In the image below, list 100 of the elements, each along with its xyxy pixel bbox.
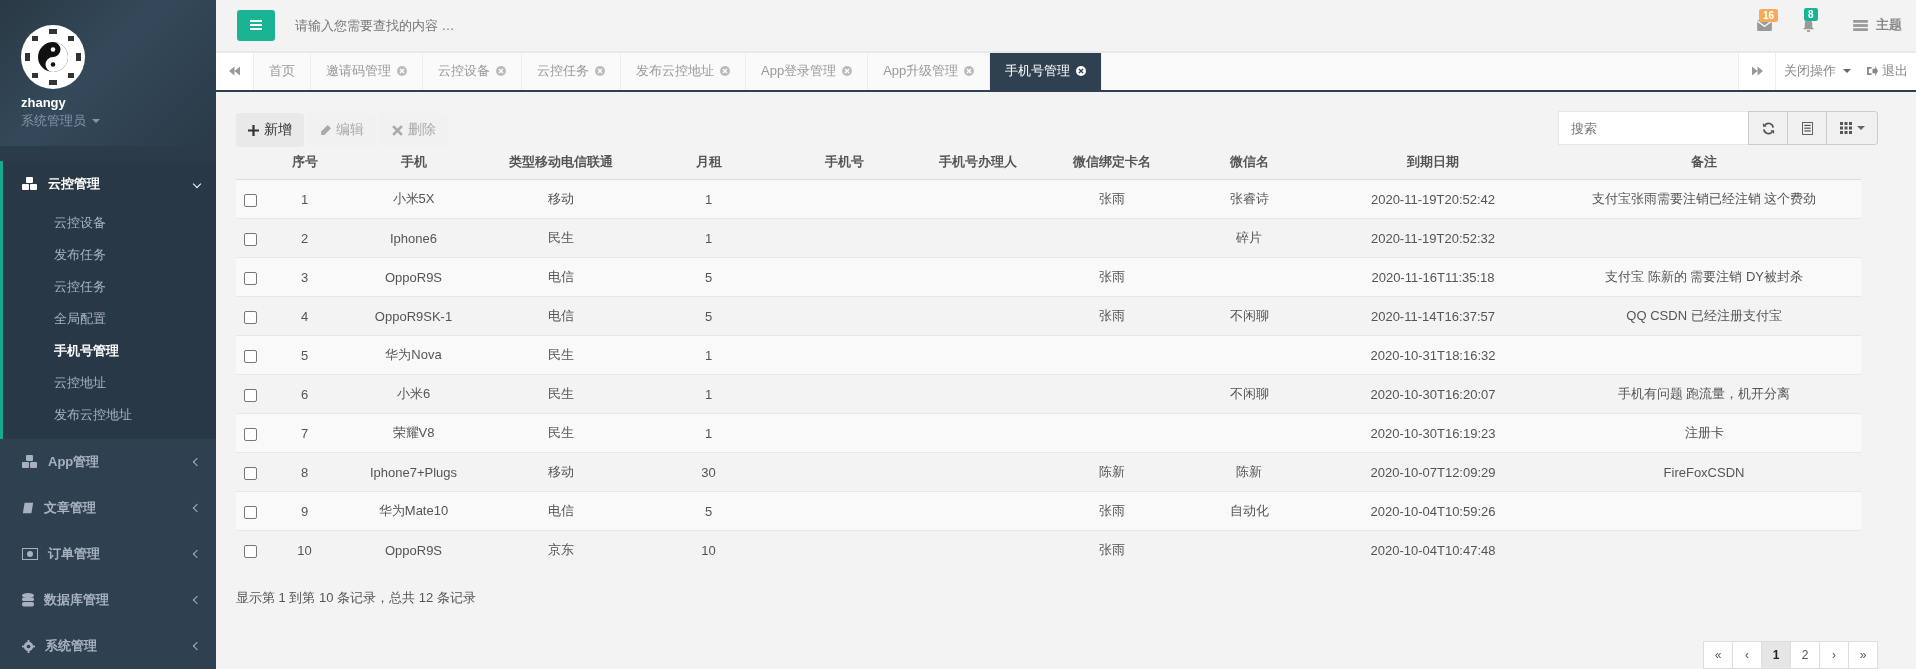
menu-item[interactable]: 文章管理 <box>3 485 216 531</box>
table-cell: 电信 <box>548 503 574 518</box>
pencil-icon <box>320 124 331 136</box>
scroll-right-button[interactable] <box>1738 52 1776 90</box>
row-checkbox[interactable] <box>244 271 257 285</box>
table-search-field[interactable]: 搜索 <box>1558 111 1749 145</box>
table-cell: 1 <box>704 425 713 441</box>
submenu-item[interactable]: 云控任务 <box>3 271 216 303</box>
menu-item[interactable]: 云控管理 <box>3 161 216 207</box>
list-view-button[interactable] <box>1787 111 1827 145</box>
page-tab[interactable]: 手机号管理 <box>990 52 1103 90</box>
role-dropdown[interactable]: 系统管理员 <box>21 112 100 130</box>
table-cell: 张雨 <box>1099 308 1125 323</box>
column-header[interactable]: 手机号办理人 <box>911 145 1045 180</box>
submenu-item[interactable]: 手机号管理 <box>3 335 216 367</box>
table-cell: 华为Mate10 <box>378 503 449 518</box>
row-checkbox[interactable] <box>244 232 257 246</box>
refresh-button[interactable] <box>1748 111 1788 145</box>
column-header[interactable]: 微信绑定卡名 <box>1045 145 1179 180</box>
list-icon <box>1853 19 1868 31</box>
table-cell: 陈新 <box>1099 464 1125 479</box>
table-cell: 10 <box>701 542 716 558</box>
double-right-icon <box>1751 66 1763 77</box>
column-header[interactable]: 月租 <box>639 145 778 180</box>
table-cell: 2020-11-19T20:52:32 <box>1370 230 1496 246</box>
double-left-icon <box>229 66 240 77</box>
column-header[interactable]: 序号 <box>265 145 344 180</box>
theme-link[interactable]: 主题 <box>1853 16 1902 35</box>
row-checkbox[interactable] <box>244 349 257 363</box>
menu-item[interactable]: 订单管理 <box>3 531 216 577</box>
table-cell: 8 <box>300 464 309 480</box>
row-checkbox[interactable] <box>244 466 257 480</box>
table-cell: 7 <box>300 425 309 441</box>
scroll-left-button[interactable] <box>216 52 254 90</box>
table-cell: 30 <box>701 464 716 480</box>
table-cell: 电信 <box>548 308 574 323</box>
page-link[interactable]: 1 <box>1761 641 1791 669</box>
row-checkbox[interactable] <box>244 544 257 558</box>
column-header[interactable]: 到期日期 <box>1319 145 1547 180</box>
menu-button[interactable] <box>237 9 275 41</box>
user-name: zhangy <box>21 95 66 110</box>
row-checkbox[interactable] <box>244 310 257 324</box>
menu-item[interactable]: 数据库管理 <box>3 577 216 623</box>
page-link[interactable]: › <box>1819 641 1849 669</box>
table-cell: 1 <box>704 230 713 246</box>
column-header[interactable]: 备注 <box>1547 145 1861 180</box>
column-header[interactable]: 手机号 <box>778 145 911 180</box>
row-checkbox[interactable] <box>244 193 257 207</box>
table-cell: 电信 <box>548 269 574 284</box>
submenu-item[interactable]: 云控地址 <box>3 367 216 399</box>
refresh-icon <box>1761 121 1775 135</box>
columns-button[interactable] <box>1826 111 1878 145</box>
table-cell: 1 <box>300 191 309 207</box>
row-checkbox[interactable] <box>244 505 257 519</box>
table-cell: 1 <box>704 386 713 402</box>
submenu-item[interactable]: 发布云控地址 <box>3 399 216 431</box>
close-icon[interactable] <box>1076 66 1087 77</box>
table-cell: 4 <box>300 308 309 324</box>
page-link[interactable]: « <box>1703 641 1733 669</box>
table-cell: OppoR9S <box>384 542 443 558</box>
table-cell: Iphone6 <box>390 230 437 246</box>
plus-icon <box>248 124 259 136</box>
table-cell: 1 <box>704 191 713 207</box>
column-header[interactable]: 手机 <box>344 145 483 180</box>
column-header[interactable]: 微信名 <box>1179 145 1319 180</box>
submenu-item[interactable]: 全局配置 <box>3 303 216 335</box>
search-field[interactable]: 请输入您需要查找的内容 … <box>293 16 1739 34</box>
table-cell: 2 <box>300 230 309 246</box>
table-cell: 2020-10-04T10:59:26 <box>1370 503 1496 519</box>
table-cell: 2020-10-30T16:19:23 <box>1370 425 1496 441</box>
table-cell: 京东 <box>548 542 574 557</box>
row-checkbox[interactable] <box>244 388 257 402</box>
table-cell: 注册卡 <box>1684 425 1724 440</box>
table-cell: 5 <box>300 347 309 363</box>
menu-item[interactable]: 系统管理 <box>3 623 216 669</box>
mail-count-badge: 16 <box>1759 8 1779 22</box>
table-cell: 陈新 <box>1236 464 1262 479</box>
column-header[interactable]: 类型移动电信联通 <box>483 145 639 180</box>
table-cell: 荣耀V8 <box>392 425 435 440</box>
table-cell: 5 <box>704 503 713 519</box>
submenu-item[interactable]: 云控设备 <box>3 207 216 239</box>
table-cell: 6 <box>300 386 309 402</box>
page-link[interactable]: ‹ <box>1732 641 1762 669</box>
pagination-info: 显示第 1 到第 10 条记录，总共 12 条记录 <box>236 589 477 607</box>
submenu-item[interactable]: 发布任务 <box>3 239 216 271</box>
menu-item[interactable]: App管理 <box>3 439 216 485</box>
table-cell: 张睿诗 <box>1229 191 1269 206</box>
row-checkbox[interactable] <box>244 427 257 441</box>
table-cell: 3 <box>300 269 309 285</box>
logout-button[interactable]: 退出 <box>1859 52 1916 90</box>
menu-icon <box>250 20 262 31</box>
table-cell: 民生 <box>548 230 574 245</box>
table-cell: 民生 <box>548 425 574 440</box>
table-cell: 民生 <box>548 386 574 401</box>
book-icon <box>22 502 34 514</box>
close-actions-dropdown[interactable]: 关闭操作 <box>1776 52 1859 90</box>
toolbar-button[interactable]: 新增 <box>236 113 304 147</box>
page-link[interactable]: 2 <box>1790 641 1820 669</box>
table-cell: 张雨 <box>1099 542 1125 557</box>
page-link[interactable]: » <box>1848 641 1878 669</box>
